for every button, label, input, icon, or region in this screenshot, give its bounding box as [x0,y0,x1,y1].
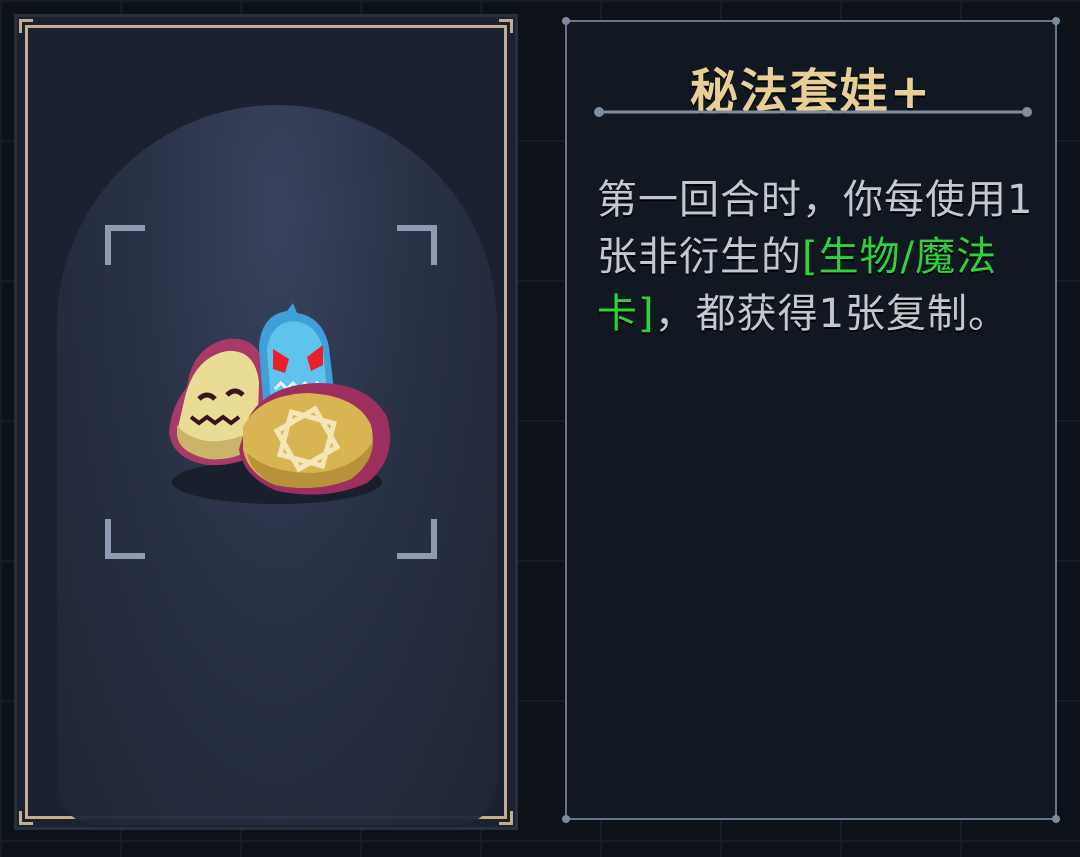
focus-bracket-top-right [397,225,437,265]
nesting-dolls-icon [169,303,391,504]
card-description-panel: 秘法套娃+ 第一回合时，你每使用1张非衍生的[生物/魔法卡]，都获得1张复制。 [562,17,1060,823]
panel-corner-pin [562,815,570,823]
title-divider [594,107,1032,117]
focus-bracket-top-left [105,225,145,265]
focus-bracket-bottom-right [397,519,437,559]
panel-corner-pin [1052,17,1060,25]
panel-corner-pin [562,17,570,25]
card-description: 第一回合时，你每使用1张非衍生的[生物/魔法卡]，都获得1张复制。 [597,172,1037,343]
panel-corner-pin [1052,815,1060,823]
description-text-end: ，都获得1张复制。 [654,291,1010,337]
card-art-panel [14,14,518,830]
focus-bracket-bottom-left [105,519,145,559]
